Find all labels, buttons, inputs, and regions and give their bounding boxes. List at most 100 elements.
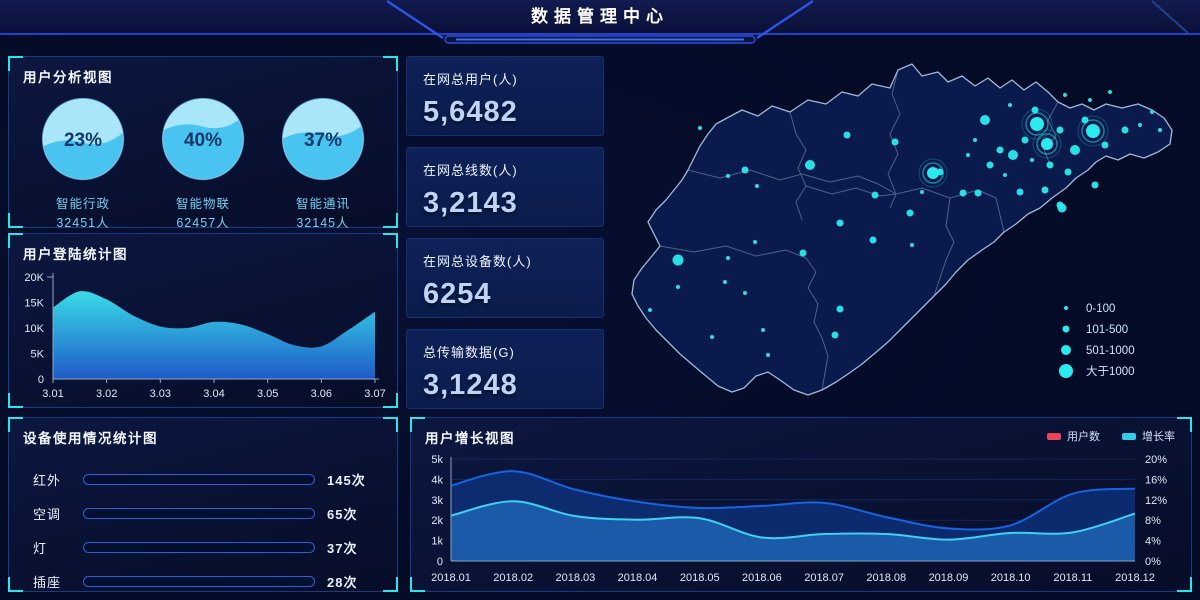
svg-text:2018.09: 2018.09: [929, 572, 969, 584]
svg-text:10K: 10K: [24, 323, 44, 335]
stat-card-value: 3,2143: [423, 187, 587, 220]
map-dot: [761, 328, 765, 332]
corner-bracket: [383, 233, 398, 248]
panel-login-stats: 用户登陆统计图 05K10K15K20K3.013.023.033.043.05…: [8, 233, 398, 408]
svg-text:12%: 12%: [1145, 495, 1167, 507]
map-dot: [844, 132, 851, 139]
svg-text:20%: 20%: [1145, 454, 1167, 466]
svg-text:2018.03: 2018.03: [555, 572, 595, 584]
map-dot: [1008, 150, 1018, 160]
map-legend-dot: [1061, 345, 1071, 355]
device-label: 灯: [33, 538, 79, 557]
map-dot-ringed: [1041, 138, 1053, 150]
map-dot: [753, 240, 757, 244]
svg-text:0: 0: [437, 556, 443, 568]
corner-bracket: [8, 56, 23, 71]
svg-text:4%: 4%: [1145, 536, 1161, 548]
device-bar-track: [83, 508, 315, 519]
map-dot: [872, 192, 879, 199]
map-dot: [755, 184, 759, 188]
map-dot: [743, 291, 747, 295]
map-dot: [800, 250, 807, 257]
map-dot: [742, 167, 749, 174]
svg-text:2018.08: 2018.08: [866, 572, 906, 584]
svg-text:20K: 20K: [24, 272, 44, 284]
device-label: 插座: [33, 572, 79, 591]
header-bar: 数据管理中心: [0, 0, 1200, 35]
panel-user-growth: 用户增长视图 用户数增长率 01k2k3k4k5k0%4%8%12%16%20%…: [410, 417, 1192, 592]
svg-text:0: 0: [38, 374, 44, 386]
svg-text:2018.11: 2018.11: [1053, 572, 1092, 584]
stat-card: 在网总用户(人)5,6482: [406, 56, 604, 136]
map-dot: [980, 115, 990, 125]
device-value: 145次: [327, 470, 377, 489]
map-dot-ringed: [1086, 124, 1100, 138]
device-value: 37次: [327, 538, 377, 557]
svg-text:2018.06: 2018.06: [742, 572, 782, 584]
map-dot: [975, 190, 982, 197]
device-row: 空调65次: [33, 500, 377, 527]
device-value: 65次: [327, 504, 377, 523]
stat-card-label: 总传输数据(G): [423, 342, 587, 361]
stat-card-value: 5,6482: [423, 96, 587, 129]
svg-text:0-100: 0-100: [1086, 303, 1115, 315]
svg-text:2k: 2k: [431, 515, 443, 527]
svg-text:3.06: 3.06: [311, 388, 332, 400]
map-dot: [960, 190, 967, 197]
legend-label: 增长率: [1142, 428, 1175, 444]
legend-item-users[interactable]: 用户数: [1047, 428, 1100, 444]
stat-card: 在网总线数(人)3,2143: [406, 147, 604, 227]
login-area-chart: 05K10K15K20K3.013.023.033.043.053.063.07: [17, 267, 389, 407]
stat-card-label: 在网总设备数(人): [423, 251, 587, 270]
svg-text:16%: 16%: [1145, 474, 1167, 486]
map-dot: [1057, 127, 1064, 134]
map-dot: [1092, 182, 1099, 189]
legend-item-growth-rate[interactable]: 增长率: [1122, 428, 1175, 444]
region-map: 0-100101-500501-1000大于1000: [610, 38, 1200, 415]
svg-text:8%: 8%: [1145, 515, 1161, 527]
svg-text:3.03: 3.03: [150, 388, 171, 400]
map-dot: [673, 255, 684, 266]
svg-text:2018.10: 2018.10: [991, 572, 1031, 584]
map-dot: [1158, 128, 1162, 132]
svg-text:大于1000: 大于1000: [1086, 364, 1135, 378]
growth-chart-legend: 用户数 增长率: [1047, 428, 1175, 444]
map-dot: [805, 160, 815, 170]
map-legend: 0-100101-500501-1000大于1000: [1059, 303, 1135, 378]
map-dot-ringed: [927, 167, 939, 179]
panel-title-login-stats: 用户登陆统计图: [9, 234, 397, 267]
stat-card: 在网总设备数(人) 6254: [406, 238, 604, 318]
legend-label: 用户数: [1067, 428, 1100, 444]
corner-bracket: [8, 213, 23, 228]
map-dot-ringed: [1030, 117, 1044, 131]
map-dot: [987, 162, 994, 169]
stat-card-value: 6254: [423, 278, 587, 311]
map-dot: [966, 153, 970, 157]
legend-swatch: [1047, 433, 1061, 440]
svg-text:1k: 1k: [431, 536, 443, 548]
map-dot: [837, 220, 844, 227]
gauge-label: 智能行政: [28, 193, 138, 212]
legend-swatch: [1122, 433, 1136, 440]
map-dot: [1070, 145, 1080, 155]
svg-text:3k: 3k: [431, 495, 443, 507]
liquid-gauge: 40%智能物联62457人: [148, 96, 258, 231]
corner-bracket: [410, 577, 425, 592]
svg-text:5k: 5k: [431, 454, 443, 466]
svg-text:2018.05: 2018.05: [680, 572, 720, 584]
svg-text:3.04: 3.04: [203, 388, 224, 400]
device-bar-track: [83, 542, 315, 553]
map-dot: [766, 353, 770, 357]
map-legend-dot: [1063, 326, 1070, 333]
corner-bracket: [8, 393, 23, 408]
map-dot: [1030, 158, 1034, 162]
device-bar-track: [83, 474, 315, 485]
device-row: 灯 37次: [33, 534, 377, 561]
svg-text:3.05: 3.05: [257, 388, 278, 400]
svg-text:101-500: 101-500: [1086, 324, 1128, 336]
map-dot: [920, 190, 924, 194]
map-dot: [1138, 123, 1142, 127]
corner-bracket: [8, 577, 23, 592]
map-dot: [1088, 98, 1092, 102]
panel-user-analysis: 用户分析视图 23%智能行政32451人40%智能物联62457人37%智能通讯…: [8, 56, 398, 228]
